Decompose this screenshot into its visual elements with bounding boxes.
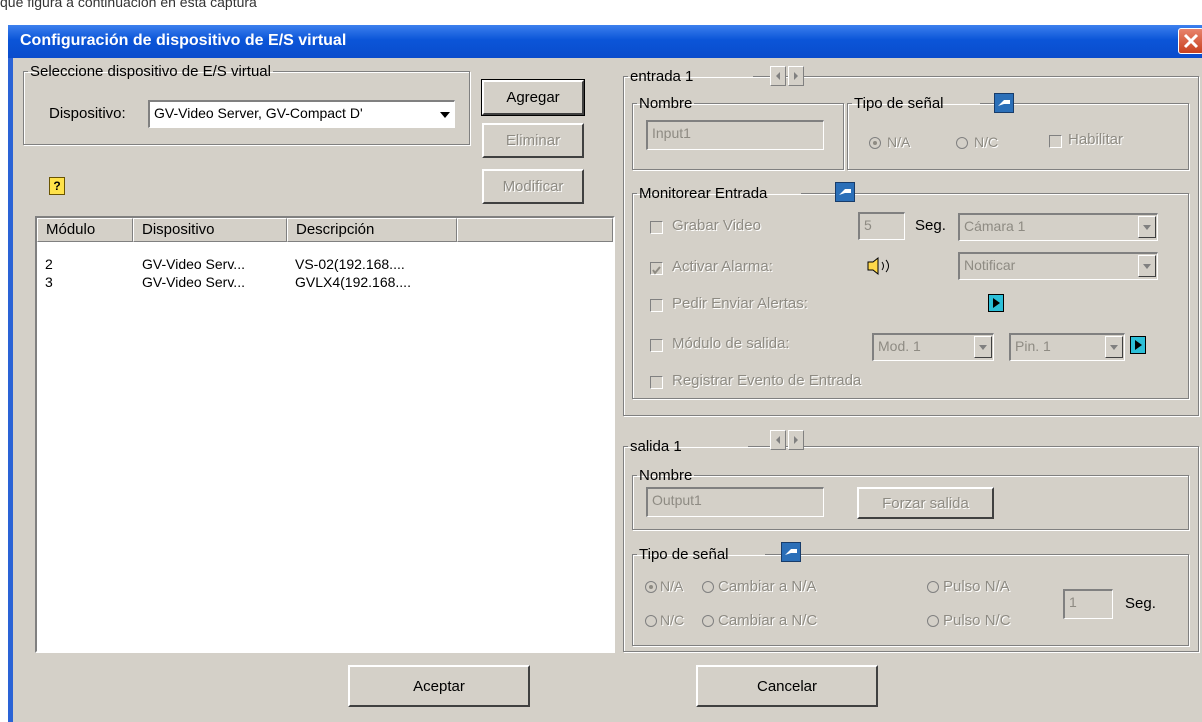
log-event-checkbox[interactable] bbox=[650, 376, 663, 389]
output-module-label: Módulo de salida: bbox=[672, 335, 790, 352]
cell-device: GV-Video Serv... bbox=[142, 274, 245, 290]
close-icon bbox=[1183, 33, 1199, 49]
module-list[interactable]: Módulo Dispositivo Descripción 2 GV-Vide… bbox=[35, 216, 615, 653]
pulse-seconds-field[interactable]: 1 bbox=[1063, 589, 1113, 619]
delete-button[interactable]: Eliminar bbox=[482, 123, 584, 158]
activate-alarm-label: Activar Alarma: bbox=[672, 258, 773, 275]
output-signal-legend: Tipo de señal bbox=[639, 546, 729, 563]
chevron-down-icon bbox=[979, 345, 987, 350]
switch-na-radio[interactable] bbox=[702, 581, 714, 593]
device-select[interactable]: GV-Video Server, GV-Compact D' bbox=[148, 100, 455, 128]
column-header-blank bbox=[457, 218, 613, 242]
signal-na-label: N/A bbox=[887, 134, 911, 150]
output-module-checkbox[interactable] bbox=[650, 339, 663, 352]
column-header-description[interactable]: Descripción bbox=[287, 218, 457, 242]
title-bar[interactable]: Configuración de dispositivo de E/S virt… bbox=[8, 25, 1202, 58]
alarm-mode-select-arrow[interactable] bbox=[1138, 255, 1156, 277]
device-group-legend: Seleccione dispositivo de E/S virtual bbox=[30, 63, 271, 80]
accept-button[interactable]: Aceptar bbox=[348, 665, 530, 707]
pulse-na-label: Pulso N/A bbox=[943, 578, 1010, 595]
signal-nc-radio[interactable] bbox=[956, 137, 968, 149]
cell-module: 3 bbox=[45, 274, 53, 290]
request-alerts-checkbox[interactable] bbox=[650, 299, 663, 312]
column-header-device[interactable]: Dispositivo bbox=[133, 218, 287, 242]
hand-pointer-icon[interactable] bbox=[835, 182, 855, 202]
enable-checkbox[interactable] bbox=[1049, 135, 1062, 148]
cancel-button[interactable]: Cancelar bbox=[696, 665, 878, 707]
pin-select-arrow[interactable] bbox=[1105, 336, 1123, 358]
device-select-arrow[interactable] bbox=[436, 102, 454, 126]
play-icon[interactable] bbox=[1130, 336, 1146, 354]
chevron-right-icon bbox=[794, 72, 798, 80]
chevron-down-icon bbox=[1143, 225, 1151, 230]
log-event-label: Registrar Evento de Entrada bbox=[672, 372, 862, 389]
chevron-down-icon bbox=[1143, 264, 1151, 269]
dialog-client: Seleccione dispositivo de E/S virtual Di… bbox=[13, 58, 1202, 722]
switch-na-label: Cambiar a N/A bbox=[718, 578, 817, 595]
record-seconds-field[interactable]: 5 bbox=[858, 212, 905, 240]
input-prev-button[interactable] bbox=[770, 66, 786, 86]
device-select-value: GV-Video Server, GV-Compact D' bbox=[154, 105, 363, 121]
output-name-field[interactable]: Output1 bbox=[646, 487, 824, 517]
add-button[interactable]: Agregar bbox=[481, 79, 585, 116]
chevron-left-icon bbox=[776, 436, 780, 444]
pulse-nc-label: Pulso N/C bbox=[943, 612, 1011, 629]
force-output-button[interactable]: Forzar salida bbox=[857, 487, 994, 519]
output-prev-button[interactable] bbox=[770, 430, 786, 450]
output-na-radio[interactable] bbox=[645, 581, 657, 593]
record-video-checkbox[interactable] bbox=[650, 221, 663, 234]
play-icon[interactable] bbox=[988, 294, 1004, 312]
table-row[interactable]: 2 GV-Video Serv... VS-02(192.168.... bbox=[45, 256, 605, 274]
background-text: que figura a continuación en esta captur… bbox=[0, 0, 257, 10]
input-name-legend: Nombre bbox=[639, 95, 693, 112]
record-video-label: Grabar Video bbox=[672, 217, 761, 234]
hand-pointer-icon[interactable] bbox=[781, 542, 801, 562]
hand-pointer-icon[interactable] bbox=[994, 93, 1014, 113]
output-nc-radio[interactable] bbox=[645, 615, 657, 627]
checkmark-icon bbox=[652, 266, 661, 275]
chevron-down-icon bbox=[440, 112, 450, 118]
camera-select[interactable]: Cámara 1 bbox=[958, 213, 1158, 241]
module-select-arrow[interactable] bbox=[974, 336, 992, 358]
signal-nc-label: N/C bbox=[974, 134, 999, 150]
cell-description: VS-02(192.168.... bbox=[295, 256, 405, 272]
switch-nc-radio[interactable] bbox=[702, 615, 714, 627]
pulse-na-radio[interactable] bbox=[927, 581, 939, 593]
modify-button[interactable]: Modificar bbox=[482, 169, 584, 204]
pulse-seconds-unit: Seg. bbox=[1125, 595, 1156, 612]
output-next-button[interactable] bbox=[788, 430, 804, 450]
cell-module: 2 bbox=[45, 256, 53, 272]
chevron-right-icon bbox=[794, 436, 798, 444]
input-signal-legend: Tipo de señal bbox=[854, 95, 944, 112]
output-section-legend: salida 1 bbox=[630, 438, 682, 455]
activate-alarm-checkbox[interactable] bbox=[650, 262, 663, 275]
enable-label: Habilitar bbox=[1068, 131, 1124, 148]
output-nc-label: N/C bbox=[660, 612, 685, 628]
device-label: Dispositivo: bbox=[49, 105, 126, 122]
chevron-down-icon bbox=[1110, 345, 1118, 350]
output-name-legend: Nombre bbox=[639, 467, 693, 484]
input-next-button[interactable] bbox=[788, 66, 804, 86]
output-na-label: N/A bbox=[660, 578, 684, 594]
cell-device: GV-Video Serv... bbox=[142, 256, 245, 272]
monitor-legend: Monitorear Entrada bbox=[639, 185, 768, 202]
speaker-icon[interactable] bbox=[866, 255, 896, 277]
input-name-field[interactable]: Input1 bbox=[646, 120, 824, 150]
chevron-left-icon bbox=[776, 72, 780, 80]
close-button[interactable] bbox=[1178, 28, 1202, 54]
column-header-module[interactable]: Módulo bbox=[37, 218, 133, 242]
table-row[interactable]: 3 GV-Video Serv... GVLX4(192.168.... bbox=[45, 274, 605, 292]
switch-nc-label: Cambiar a N/C bbox=[718, 612, 818, 629]
input-section-legend: entrada 1 bbox=[630, 68, 694, 85]
alarm-mode-select[interactable]: Notificar bbox=[958, 252, 1158, 280]
pulse-nc-radio[interactable] bbox=[927, 615, 939, 627]
input-signal-group: Tipo de señal bbox=[847, 95, 1189, 170]
help-icon[interactable]: ? bbox=[49, 177, 65, 195]
window-title: Configuración de dispositivo de E/S virt… bbox=[20, 32, 347, 49]
record-seconds-unit: Seg. bbox=[915, 217, 946, 234]
request-alerts-label: Pedir Enviar Alertas: bbox=[672, 295, 808, 312]
camera-select-arrow[interactable] bbox=[1138, 216, 1156, 238]
cell-description: GVLX4(192.168.... bbox=[295, 274, 411, 290]
signal-na-radio[interactable] bbox=[869, 137, 881, 149]
